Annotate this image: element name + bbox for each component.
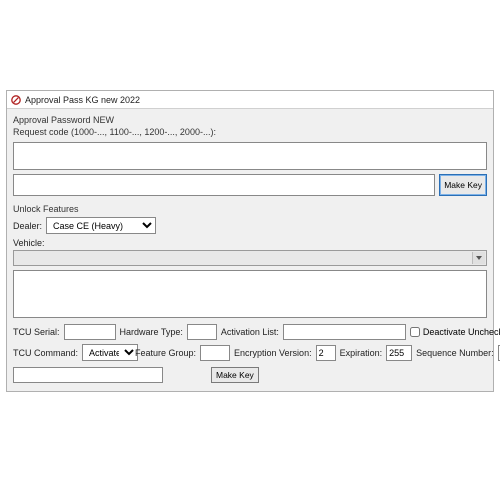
sequence-number-label: Sequence Number: — [416, 348, 494, 358]
deactivate-unchecked-label: Deactivate Unchecked — [423, 327, 500, 337]
window-title: Approval Pass KG new 2022 — [25, 95, 140, 105]
activation-list-input[interactable] — [283, 324, 406, 340]
vehicle-label: Vehicle: — [13, 238, 45, 248]
expiration-label: Expiration: — [340, 348, 383, 358]
make-key-button-top[interactable]: Make Key — [439, 174, 487, 196]
password-output[interactable] — [13, 174, 435, 196]
unlock-heading: Unlock Features — [13, 204, 487, 214]
feature-group-label: Feature Group: — [135, 348, 196, 358]
activation-list-label: Activation List: — [221, 327, 279, 337]
vehicle-select[interactable] — [13, 250, 487, 266]
encryption-version-input[interactable] — [316, 345, 336, 361]
result-output[interactable] — [13, 367, 163, 383]
titlebar: Approval Pass KG new 2022 — [7, 91, 493, 109]
dealer-label: Dealer: — [13, 221, 42, 231]
dealer-select[interactable]: Case CE (Heavy) — [46, 217, 156, 234]
password-heading: Approval Password NEW — [13, 115, 487, 125]
client-area: Approval Password NEW Request code (1000… — [7, 109, 493, 391]
hardware-type-input[interactable] — [187, 324, 217, 340]
tcu-command-select[interactable]: Activate — [82, 344, 138, 361]
hardware-type-label: Hardware Type: — [120, 327, 183, 337]
make-key-button-bottom[interactable]: Make Key — [211, 367, 259, 383]
tcu-serial-input[interactable] — [64, 324, 116, 340]
chevron-down-icon — [472, 252, 485, 264]
feature-listbox[interactable] — [13, 270, 487, 318]
deactivate-unchecked-box[interactable] — [410, 327, 420, 337]
encryption-version-label: Encryption Version: — [234, 348, 312, 358]
request-code-input[interactable] — [13, 142, 487, 170]
app-icon — [11, 95, 21, 105]
expiration-input[interactable] — [386, 345, 412, 361]
feature-group-input[interactable] — [200, 345, 230, 361]
app-window: Approval Pass KG new 2022 Approval Passw… — [6, 90, 494, 392]
request-code-label: Request code (1000-..., 1100-..., 1200-.… — [13, 127, 487, 137]
tcu-command-label: TCU Command: — [13, 348, 78, 358]
deactivate-unchecked-checkbox[interactable]: Deactivate Unchecked — [410, 327, 500, 337]
tcu-serial-label: TCU Serial: — [13, 327, 60, 337]
